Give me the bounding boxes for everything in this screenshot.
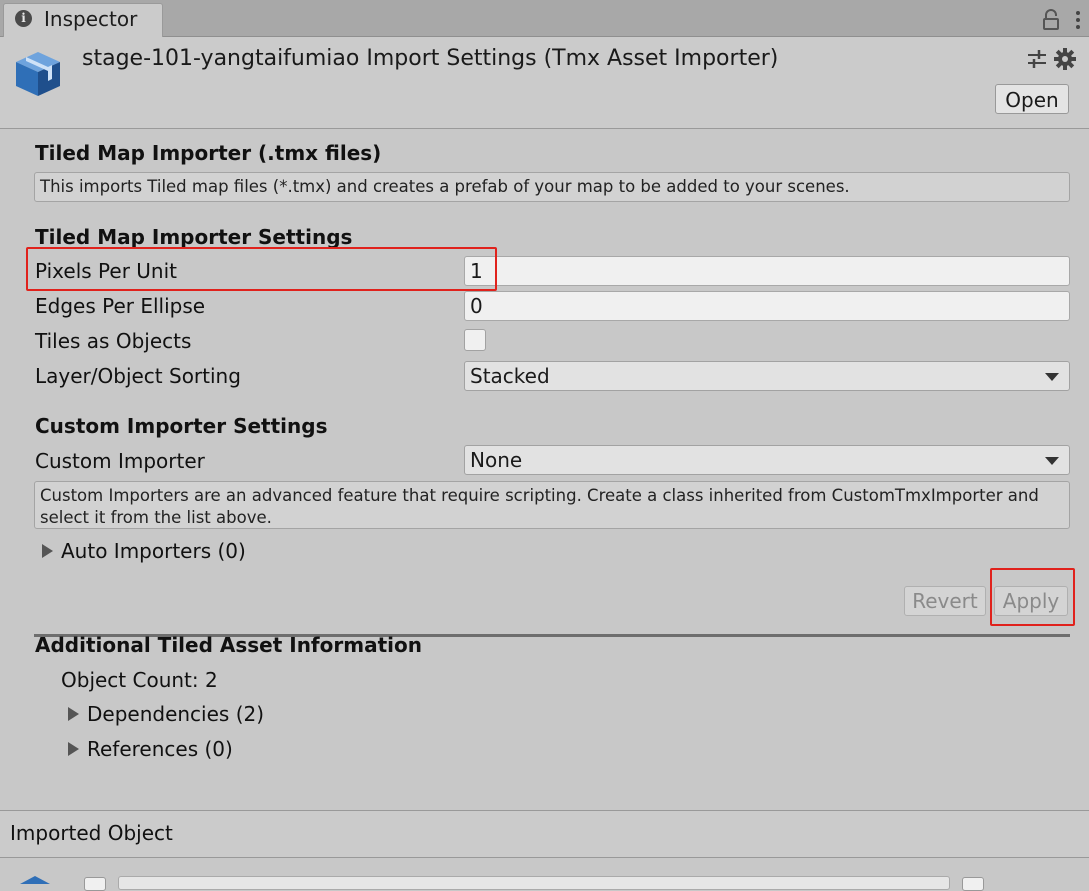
foldout-arrow-icon xyxy=(68,707,79,721)
custom-importer-settings-title: Custom Importer Settings xyxy=(35,414,328,438)
tiled-importer-helpbox: This imports Tiled map files (*.tmx) and… xyxy=(34,172,1070,202)
custom-importer-helpbox: Custom Importers are an advanced feature… xyxy=(34,481,1070,529)
foldout-arrow-icon xyxy=(68,742,79,756)
kebab-menu-icon[interactable] xyxy=(1073,9,1083,31)
revert-button[interactable]: Revert xyxy=(904,586,986,616)
custom-importer-dropdown[interactable]: None xyxy=(464,445,1070,475)
dependencies-label[interactable]: Dependencies (2) xyxy=(87,702,264,726)
chevron-down-icon xyxy=(1045,373,1059,381)
importer-settings-title: Tiled Map Importer Settings xyxy=(35,225,353,249)
edges-per-ellipse-label: Edges Per Ellipse xyxy=(35,294,206,318)
tiles-as-objects-checkbox[interactable] xyxy=(464,329,486,351)
static-checkbox[interactable] xyxy=(962,877,984,891)
auto-importers-label[interactable]: Auto Importers (0) xyxy=(61,539,246,563)
sorting-label: Layer/Object Sorting xyxy=(35,364,241,388)
open-button[interactable]: Open xyxy=(995,84,1069,114)
gear-icon[interactable] xyxy=(1053,47,1077,71)
imported-object-label: Imported Object xyxy=(10,821,173,845)
prefab-cube-icon xyxy=(20,876,50,884)
sorting-value: Stacked xyxy=(470,364,550,388)
tab-bar xyxy=(0,0,1089,37)
active-checkbox[interactable] xyxy=(84,877,106,891)
tab-label: Inspector xyxy=(44,7,138,31)
auto-importers-foldout[interactable] xyxy=(42,543,53,558)
annotation-highlight-pixels-per-unit xyxy=(26,247,497,291)
custom-importer-label: Custom Importer xyxy=(35,449,205,473)
chevron-down-icon xyxy=(1045,457,1059,465)
edges-per-ellipse-field[interactable]: 0 xyxy=(464,291,1070,321)
dependencies-foldout[interactable] xyxy=(68,707,79,721)
tiles-as-objects-label: Tiles as Objects xyxy=(35,329,192,353)
references-foldout[interactable] xyxy=(68,742,79,756)
lock-icon[interactable] xyxy=(1041,9,1061,31)
object-count: Object Count: 2 xyxy=(61,668,218,692)
foldout-arrow-icon xyxy=(42,544,53,558)
sorting-dropdown[interactable]: Stacked xyxy=(464,361,1070,391)
preset-sliders-icon[interactable] xyxy=(1026,48,1048,70)
pixels-per-unit-field[interactable]: 1 xyxy=(464,256,1070,286)
object-name-field[interactable] xyxy=(118,876,950,890)
prefab-cube-icon xyxy=(16,52,60,96)
custom-importer-value: None xyxy=(470,448,523,472)
tiled-importer-title: Tiled Map Importer (.tmx files) xyxy=(35,141,382,165)
references-label[interactable]: References (0) xyxy=(87,737,233,761)
additional-info-title: Additional Tiled Asset Information xyxy=(35,633,422,657)
import-settings-title: stage-101-yangtaifumiao Import Settings … xyxy=(82,46,779,71)
annotation-highlight-apply xyxy=(990,568,1075,626)
info-icon: i xyxy=(15,10,32,27)
